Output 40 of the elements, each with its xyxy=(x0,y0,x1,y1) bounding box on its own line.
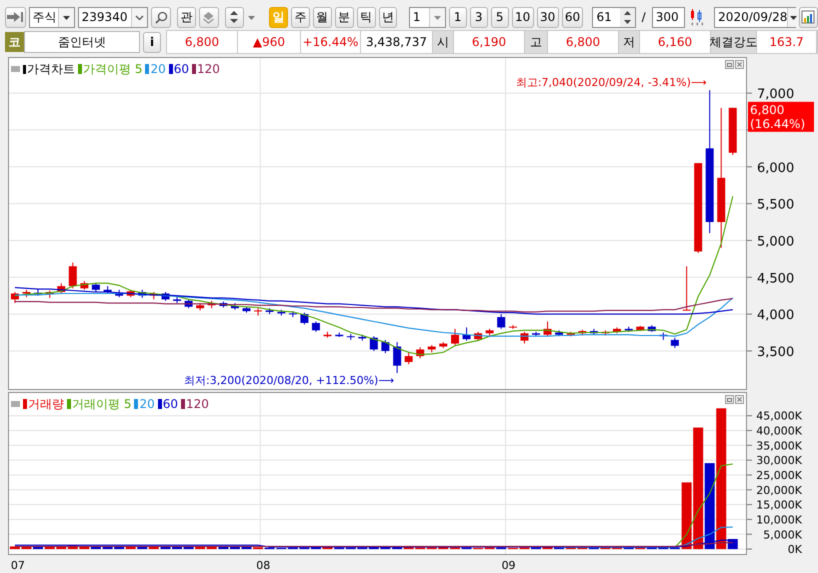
legend-label: 120 xyxy=(186,396,209,413)
axis-label: 5,500 xyxy=(757,198,794,213)
axis-label: 3,500 xyxy=(757,344,794,360)
legend-label: 120 xyxy=(197,61,220,78)
current-price-tag: 6,800 (16.44%) xyxy=(748,102,814,132)
axis-label: 5,000 xyxy=(757,234,794,250)
legend-label: 60 xyxy=(174,61,190,78)
axis-label: 25,000K xyxy=(756,468,802,482)
axis-label: 20,000K xyxy=(756,484,802,497)
axis-label: 0K xyxy=(788,543,802,556)
field-label: 체결강도 xyxy=(711,31,757,53)
legend-label: 거래이평 5 xyxy=(72,396,132,413)
field-label: 저 xyxy=(619,31,640,53)
axis-label: 45,000K xyxy=(756,410,802,423)
axis-label: 7,000 xyxy=(757,87,794,102)
legend-label: 가격차트 xyxy=(27,61,75,78)
legend-label: 60 xyxy=(162,396,178,413)
axis-label: 15,000K xyxy=(756,498,802,512)
axis-label: 10,000K xyxy=(756,513,802,526)
market-badge: 코 xyxy=(5,32,24,52)
axis-label: 08 xyxy=(256,559,270,572)
legend-label: 20 xyxy=(150,61,166,78)
annotation-text: 최저:3,200(2020/08/20, +112.50%)⟶ xyxy=(184,374,394,388)
change-rate-value: +16.44% xyxy=(301,31,361,53)
axis-label: 6,000 xyxy=(757,160,794,176)
field-label: 고 xyxy=(525,31,548,53)
legend-label: 20 xyxy=(139,396,155,413)
axis-label: 40,000K xyxy=(756,424,802,438)
axis-label: 09 xyxy=(502,559,516,572)
axis-label: 35,000K xyxy=(756,439,802,452)
legend-label: 거래량 xyxy=(28,396,64,413)
axis-label: 5,000K xyxy=(763,528,802,542)
field-label: 시 xyxy=(433,31,454,53)
axis-label: 4,000 xyxy=(757,308,794,324)
legend-label: 가격이평 5 xyxy=(83,61,142,78)
annotation-text: 최고:7,040(2020/09/24, -3.41%)⟶ xyxy=(516,76,707,90)
axis-label: 4,500 xyxy=(757,271,794,286)
separator-text: / xyxy=(640,9,647,26)
axis-label: 07 xyxy=(10,559,25,572)
axis-label: 30,000K xyxy=(756,454,802,468)
